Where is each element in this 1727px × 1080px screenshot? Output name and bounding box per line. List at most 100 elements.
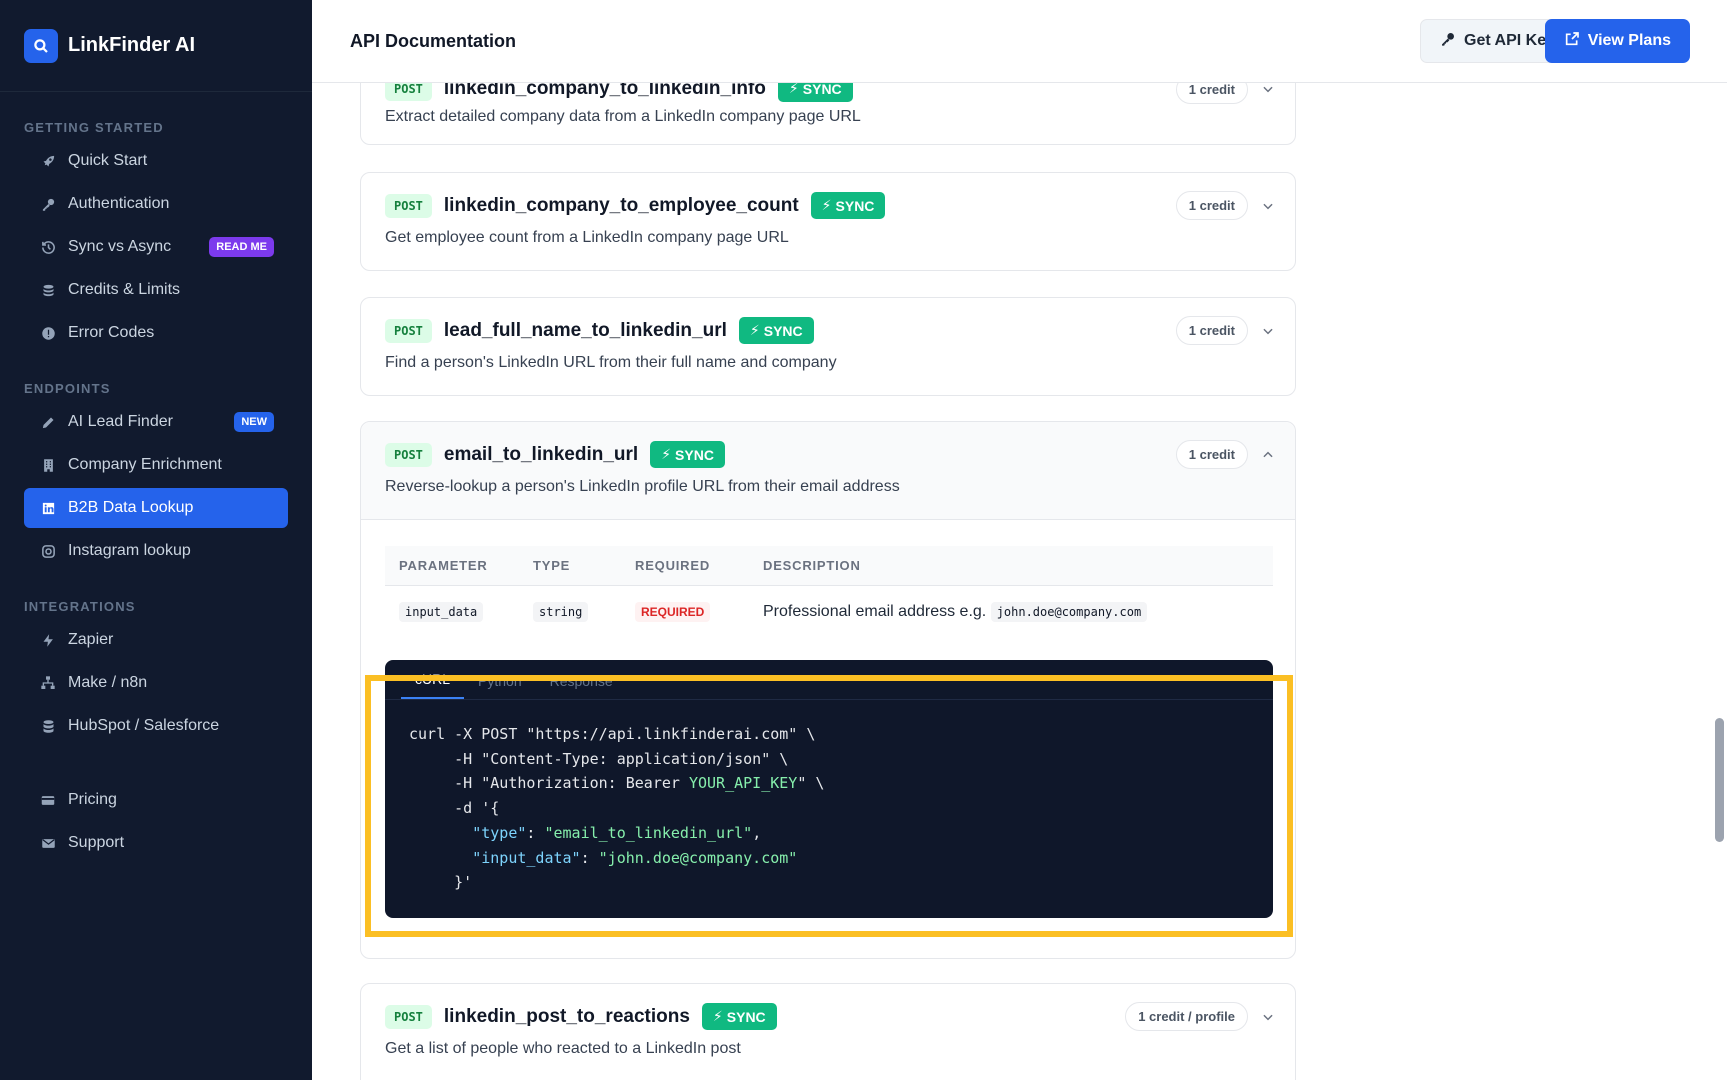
table-header: PARAMETER TYPE REQUIRED DESCRIPTION (385, 546, 1273, 586)
sidebar-item-error-codes[interactable]: Error Codes (24, 313, 288, 353)
endpoint-description: Find a person's LinkedIn URL from their … (385, 354, 837, 371)
sync-label: SYNC (675, 446, 714, 463)
instagram-icon (38, 541, 58, 561)
endpoint-description: Extract detailed company data from a Lin… (385, 108, 861, 125)
column-header: REQUIRED (635, 558, 711, 573)
code-tabs: cURL Python Response (385, 660, 1273, 700)
sync-badge: ⚡ SYNC (810, 192, 886, 219)
key-icon (1440, 31, 1456, 52)
sidebar-item-hubspot-salesforce[interactable]: HubSpot / Salesforce (24, 706, 288, 746)
description-cell: Professional email address e.g. john.doe… (755, 602, 1273, 622)
sidebar-item-credits-limits[interactable]: Credits & Limits (24, 270, 288, 310)
credit-badge: 1 credit (1175, 191, 1248, 220)
method-badge: POST (385, 193, 432, 218)
endpoint-card[interactable]: POST lead_full_name_to_linkedin_url ⚡ SYN… (360, 297, 1296, 396)
sidebar-item-label: Company Enrichment (68, 456, 222, 473)
coins-icon (38, 280, 58, 300)
sidebar-item-support[interactable]: Support (24, 823, 288, 863)
endpoint-card[interactable]: POST linkedin_company_to_linkedin_info ⚡… (360, 83, 1296, 145)
scrollbar[interactable] (1711, 83, 1727, 1080)
bolt-icon (38, 630, 58, 650)
sidebar-item-label: B2B Data Lookup (68, 499, 194, 516)
brand[interactable]: LinkFinder AI (0, 0, 312, 92)
endpoint-card[interactable]: POST linkedin_post_to_reactions ⚡ SYNC Ge… (360, 983, 1296, 1080)
main-content: POST linkedin_company_to_linkedin_info ⚡… (312, 83, 1727, 1080)
sidebar-item-pricing[interactable]: Pricing (24, 780, 288, 820)
chevron-down-icon[interactable] (1261, 1010, 1275, 1024)
code-token-api-key: YOUR_API_KEY (688, 774, 798, 793)
sidebar-item-label: Make / n8n (68, 674, 148, 691)
brand-name: LinkFinder AI (68, 34, 196, 56)
sync-label: SYNC (802, 83, 842, 97)
endpoint-name: lead_full_name_to_linkedin_url (443, 319, 727, 341)
code-content[interactable]: curl -X POST "https://api.linkfinderai.c… (385, 700, 1273, 895)
sidebar-item-label: Instagram lookup (68, 542, 191, 559)
endpoint-name: linkedin_company_to_employee_count (443, 194, 799, 216)
sidebar-item-label: Zapier (68, 631, 114, 648)
new-badge: NEW (234, 412, 274, 432)
bolt-icon: ⚡ (749, 322, 760, 338)
code-line: }' (409, 873, 473, 892)
sidebar-item-company-enrichment[interactable]: Company Enrichment (24, 445, 288, 485)
sidebar-item-label: Credits & Limits (68, 281, 181, 298)
sidebar-item-b2b-data-lookup[interactable]: B2B Data Lookup (24, 488, 288, 528)
sync-badge: ⚡ SYNC (777, 83, 853, 102)
required-cell: REQUIRED (627, 602, 755, 622)
sidebar-item-quick-start[interactable]: Quick Start (24, 141, 288, 181)
sidebar: LinkFinder AI GETTING STARTED Quick Star… (0, 0, 312, 1080)
chevron-down-icon[interactable] (1261, 324, 1275, 338)
code-line: -d '{ (409, 799, 500, 818)
endpoint-description: Get a list of people who reacted to a Li… (385, 1040, 741, 1057)
endpoint-card[interactable]: POST linkedin_company_to_employee_count … (360, 172, 1296, 271)
tab-response[interactable]: Response (536, 673, 627, 699)
type-cell: string (525, 602, 627, 622)
view-plans-button[interactable]: View Plans (1544, 19, 1690, 63)
chevron-down-icon[interactable] (1261, 199, 1275, 213)
param-cell: input_data (385, 602, 525, 622)
code-key: "type" (409, 823, 527, 842)
bolt-icon: ⚡ (821, 197, 832, 213)
sidebar-item-authentication[interactable]: Authentication (24, 184, 288, 224)
sidebar-item-ai-lead-finder[interactable]: AI Lead Finder NEW (24, 402, 288, 442)
search-icon (24, 28, 58, 63)
view-plans-label: View Plans (1587, 32, 1671, 49)
param-example: john.doe@company.com (990, 602, 1148, 622)
sidebar-item-instagram-lookup[interactable]: Instagram lookup (24, 531, 288, 571)
database-icon (38, 716, 58, 736)
sidebar-item-label: Pricing (68, 791, 117, 808)
column-header: TYPE (533, 558, 571, 573)
tab-python[interactable]: Python (464, 673, 536, 699)
code-value: "john.doe@company.com" (598, 848, 798, 867)
sidebar-item-zapier[interactable]: Zapier (24, 620, 288, 660)
param-name: input_data (399, 602, 484, 622)
building-icon (38, 455, 58, 475)
tab-curl[interactable]: cURL (401, 671, 465, 699)
scrollbar-thumb[interactable] (1715, 718, 1724, 842)
linkedin-icon (38, 498, 58, 518)
read-me-badge: READ ME (209, 237, 274, 257)
mail-icon (38, 833, 58, 853)
chevron-up-icon[interactable] (1261, 448, 1275, 462)
endpoint-name: email_to_linkedin_url (443, 443, 639, 465)
section-label-integrations: INTEGRATIONS (24, 599, 136, 614)
required-badge: REQUIRED (635, 602, 711, 622)
credit-badge: 1 credit (1175, 440, 1248, 469)
code-line: -H "Authorization: Bearer (409, 774, 689, 793)
code-line-end: " \ (797, 774, 825, 793)
section-label-endpoints: ENDPOINTS (24, 381, 111, 396)
pen-icon (38, 412, 58, 432)
sidebar-item-make-n8n[interactable]: Make / n8n (24, 663, 288, 703)
chevron-down-icon[interactable] (1261, 83, 1275, 96)
endpoint-description: Reverse-lookup a person's LinkedIn profi… (385, 478, 900, 495)
network-icon (38, 673, 58, 693)
sidebar-item-sync-vs-async[interactable]: Sync vs Async READ ME (24, 227, 288, 267)
parameters-table: PARAMETER TYPE REQUIRED DESCRIPTION inpu… (385, 546, 1273, 638)
endpoint-name: linkedin_company_to_linkedin_info (443, 83, 766, 99)
endpoint-card-expanded[interactable]: POST email_to_linkedin_url ⚡ SYNC Reverse… (360, 421, 1296, 959)
rocket-icon (38, 151, 58, 171)
history-icon (38, 237, 58, 257)
card-header[interactable] (361, 422, 1295, 520)
sidebar-item-label: Quick Start (68, 152, 148, 169)
method-badge: POST (385, 442, 432, 467)
